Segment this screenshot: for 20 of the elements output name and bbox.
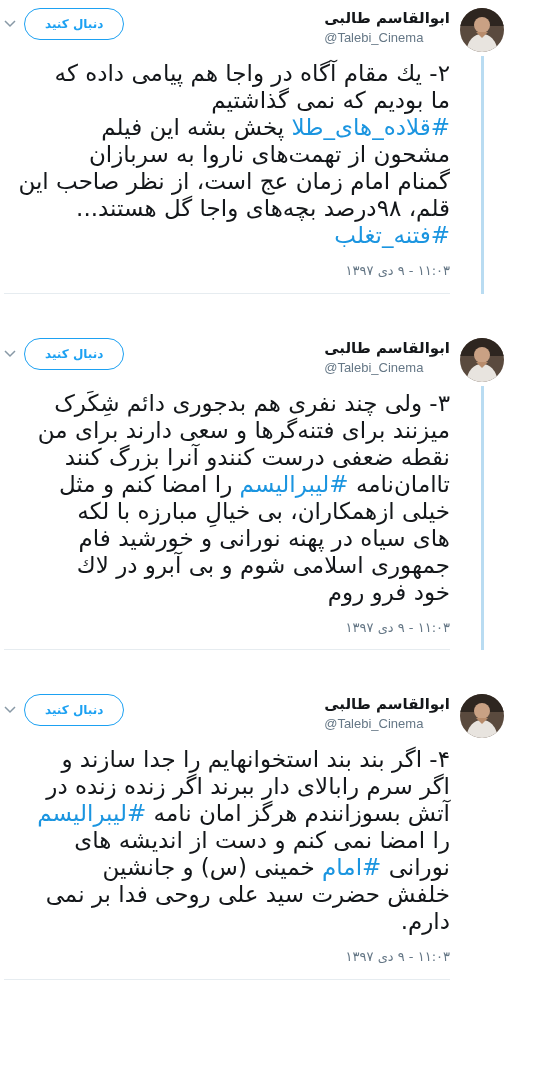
tweet-timestamp[interactable]: ۱۱:۰۳ - ۹ دی ۱۳۹۷ [4,261,450,281]
author-name[interactable]: ابوالقاسم طالبی [324,694,450,714]
author-name[interactable]: ابوالقاسم طالبی [324,8,450,28]
chevron-down-icon[interactable] [4,706,16,714]
hashtag-link[interactable]: #لیبرالیسم [239,470,349,497]
tweet-text: ۳- ولی چند نفری هم بدجوری دائم شِکَرک میزنند برای فتنه‌گرها و سعی دارند برای من نقطه ضعفی درست کنندو آنرا بزرگ کنند تاامان‌نامه #لیبرالیسم را امضا کنم و مثل خیلی ازهمکاران، بی خیالِ مبارزه با لکه های سیاه در پهنه نورانی و خورشید فام جمهوری اسلامی شوم و بی آبرو در لاك خود فرو روم [36,389,450,606]
author-handle[interactable]: @Talebi_Cinema [324,714,450,734]
hashtag-link[interactable]: #لیبرالیسم [37,800,147,826]
author-name[interactable]: ابوالقاسم طالبی [324,337,450,358]
tweet-text: ۴- اگر بند بند استخوانهایم را جدا سازند و اگر سرم رابالای دار ببرند اگر زنده زنده در آتش بسوزانندم هرگز امان نامه #لیبرالیسم را امضا نمی کنم و دست از اندیشه های نورانی #امام خمینی (س) و جانشین خلفش حضرت سید علی روحی فدا بر نمی دارم. [36,746,450,935]
chevron-down-icon[interactable] [4,20,16,28]
author-handle[interactable]: @Talebi_Cinema [324,357,450,378]
hashtag-link[interactable]: #امام [322,854,382,880]
tweet-timestamp[interactable]: ۱۱:۰۳ - ۹ دی ۱۳۹۷ [4,617,450,637]
hashtag-link[interactable]: #قلاده_های_طلا [291,114,450,140]
author-handle[interactable]: @Talebi_Cinema [324,28,450,48]
hashtag-link[interactable]: #فتنه_تغلب [334,222,450,248]
chevron-down-icon[interactable] [4,349,16,358]
tweet-text: ٢- یك مقام آگاه در واجا هم پیامی داده که ما بودیم که نمی گذاشتیم #قلاده_های_طلا پخش بشه این فیلم مشحون از تهمت‌های ناروا به سربازان گمنام امام زمان عج است، از نظر صاحب این قلم، ۹۸درصد بچه‌های واجا گل هستند... #فتنه_تغلب [17,60,450,249]
tweet-timestamp[interactable]: ۱۱:۰۳ - ۹ دی ۱۳۹۷ [4,947,450,967]
